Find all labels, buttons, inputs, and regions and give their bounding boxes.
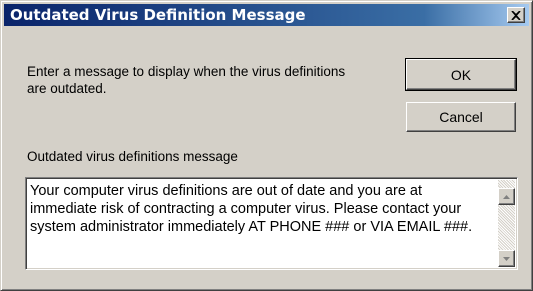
vertical-scrollbar[interactable] <box>498 180 515 267</box>
outdated-virus-definition-dialog: Outdated Virus Definition Message Enter … <box>0 0 533 291</box>
arrow-up-icon <box>503 194 510 199</box>
message-textarea-value[interactable]: Your computer virus definitions are out … <box>30 182 492 236</box>
message-field-label: Outdated virus definitions message <box>27 149 238 164</box>
window-title: Outdated Virus Definition Message <box>10 6 306 24</box>
scroll-down-button[interactable] <box>498 250 515 267</box>
close-button[interactable] <box>507 7 525 23</box>
scroll-up-button[interactable] <box>498 188 515 205</box>
ok-button[interactable]: OK <box>405 58 517 91</box>
cancel-button[interactable]: Cancel <box>406 102 516 132</box>
close-icon <box>511 10 521 20</box>
title-bar[interactable]: Outdated Virus Definition Message <box>4 4 529 26</box>
prompt-text: Enter a message to display when the viru… <box>27 64 346 96</box>
arrow-down-icon <box>503 256 510 261</box>
message-textarea[interactable]: Your computer virus definitions are out … <box>25 177 518 270</box>
